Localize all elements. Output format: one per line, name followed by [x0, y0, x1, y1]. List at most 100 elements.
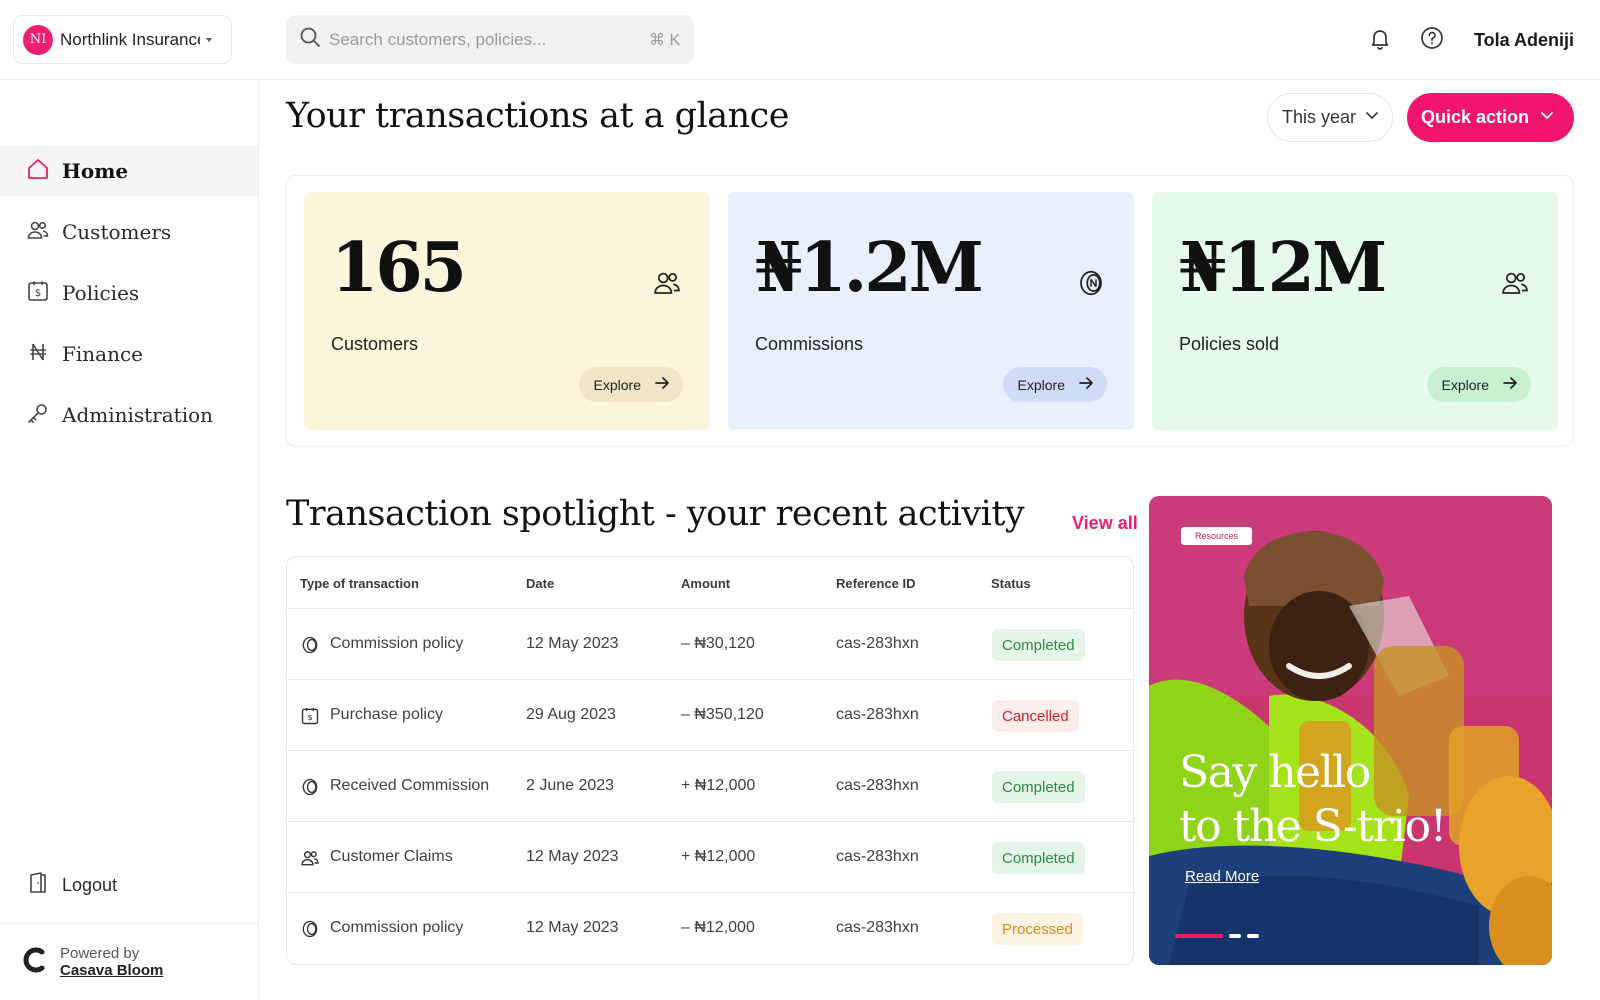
sidebar-item-policies[interactable]: $ Policies [0, 268, 258, 318]
transaction-type: Purchase policy [330, 706, 443, 723]
transaction-type: Commission policy [330, 919, 464, 936]
promo-card[interactable]: Resources Say hello to the S-trio! Read … [1149, 496, 1552, 965]
logout-label: Logout [62, 874, 118, 895]
top-bar: NI Northlink Insurance ⌘ K Tola Adeniji [0, 0, 1600, 80]
status-badge: Cancelled [992, 700, 1079, 732]
column-header: Date [526, 576, 555, 591]
sidebar-item-customers[interactable]: Customers [0, 207, 258, 257]
help-circle-icon [1420, 26, 1444, 55]
stat-label: Commissions [755, 334, 864, 354]
transaction-amount: – ₦30,120 [681, 635, 755, 652]
naira-icon [26, 340, 50, 369]
status-badge: Completed [992, 842, 1085, 874]
casava-logo-icon [22, 946, 48, 979]
transaction-amount: – ₦12,000 [681, 919, 755, 936]
users-icon [652, 268, 682, 303]
table-row[interactable]: Received Commission 2 June 2023 + ₦12,00… [287, 751, 1133, 822]
svg-text:$: $ [307, 712, 312, 722]
transaction-amount: + ₦12,000 [681, 848, 756, 865]
carousel-dot[interactable] [1175, 934, 1223, 938]
stat-label: Policies sold [1179, 334, 1280, 354]
svg-text:$: $ [35, 288, 41, 299]
promo-title-line: Say hello [1179, 747, 1371, 798]
transaction-date: 12 May 2023 [526, 919, 619, 936]
column-header: Type of transaction [300, 576, 419, 591]
notifications-button[interactable] [1360, 20, 1400, 60]
explore-label: Explore [1441, 376, 1489, 393]
stat-label: Customers [331, 334, 419, 354]
promo-title-line: to the S-trio! [1179, 801, 1447, 852]
powered-by-footer: Powered by Casava Bloom [0, 923, 258, 1000]
section-title: Transaction spotlight - your recent acti… [286, 494, 1025, 534]
arrow-right-icon [641, 374, 671, 395]
powered-by-link[interactable]: Casava Bloom [60, 962, 163, 979]
transaction-reference: cas-283hxn [836, 777, 919, 794]
key-icon [26, 401, 50, 430]
organization-avatar: NI [23, 24, 53, 55]
coin-icon [300, 777, 320, 802]
help-button[interactable] [1412, 20, 1452, 60]
sidebar-item-label: Finance [62, 342, 143, 366]
stat-card-policies-sold: ₦12M Policies sold Explore [1152, 192, 1558, 430]
bell-icon [1368, 26, 1392, 55]
chevron-down-icon [206, 37, 212, 42]
carousel-indicators [1175, 934, 1265, 938]
status-badge: Completed [992, 771, 1085, 803]
users-icon [26, 218, 50, 247]
promo-title: Say hello to the S-trio! [1179, 746, 1447, 854]
period-select[interactable]: This year [1267, 93, 1393, 142]
sidebar-item-label: Policies [62, 281, 140, 305]
top-right-actions: Tola Adeniji [1348, 20, 1574, 60]
transaction-reference: cas-283hxn [836, 919, 919, 936]
coin-icon [300, 635, 320, 660]
search-shortcut: ⌘ K [649, 31, 681, 49]
explore-button[interactable]: Explore [1002, 367, 1107, 402]
policy-document-icon: $ [26, 279, 50, 308]
period-label: This year [1282, 107, 1357, 127]
stat-card-customers: 165 Customers Explore [304, 192, 710, 430]
transaction-amount: – ₦350,120 [681, 706, 764, 723]
promo-tag: Resources [1181, 527, 1253, 545]
search-input[interactable] [329, 29, 645, 50]
transaction-date: 12 May 2023 [526, 848, 619, 865]
quick-action-button[interactable]: Quick action [1407, 93, 1574, 142]
explore-button[interactable]: Explore [578, 367, 683, 402]
user-menu[interactable]: Tola Adeniji [1474, 30, 1574, 51]
sidebar-item-administration[interactable]: Administration [0, 390, 258, 440]
table-row[interactable]: Commission policy 12 May 2023 – ₦30,120 … [287, 609, 1133, 680]
transaction-type: Received Commission [330, 777, 490, 794]
users-icon [1500, 268, 1530, 303]
arrow-right-icon [1065, 374, 1095, 395]
home-icon [26, 157, 50, 186]
view-all-link[interactable]: View all [1072, 513, 1138, 534]
search-bar[interactable]: ⌘ K [286, 15, 694, 64]
search-icon [299, 26, 321, 53]
transaction-date: 2 June 2023 [526, 777, 615, 794]
carousel-dot[interactable] [1229, 934, 1241, 938]
table-row[interactable]: Customer Claims 12 May 2023 + ₦12,000 ca… [287, 822, 1133, 893]
explore-label: Explore [1017, 376, 1065, 393]
read-more-link[interactable]: Read More [1185, 868, 1259, 885]
table-row[interactable]: $ Purchase policy 29 Aug 2023 – ₦350,120… [287, 680, 1133, 751]
transaction-date: 12 May 2023 [526, 635, 619, 652]
sidebar-item-home[interactable]: Home [0, 146, 258, 196]
table-row[interactable]: Commission policy 12 May 2023 – ₦12,000 … [287, 893, 1133, 964]
logout-button[interactable]: Logout [0, 860, 258, 910]
sidebar-item-finance[interactable]: Finance [0, 329, 258, 379]
logout-door-icon [26, 871, 50, 900]
organization-switcher[interactable]: NI Northlink Insurance [13, 15, 232, 64]
transaction-reference: cas-283hxn [836, 706, 919, 723]
transaction-type: Customer Claims [330, 848, 453, 865]
status-badge: Processed [992, 913, 1083, 945]
stat-value: ₦12M [1179, 228, 1387, 308]
column-header: Amount [681, 576, 731, 591]
powered-by-label: Powered by [60, 945, 140, 962]
stats-panel: 165 Customers Explore ₦1.2M Commissions … [286, 175, 1574, 447]
column-header: Reference ID [836, 576, 916, 591]
transaction-amount: + ₦12,000 [681, 777, 756, 794]
carousel-dot[interactable] [1247, 934, 1259, 938]
transactions-table: Type of transaction Date Amount Referenc… [286, 556, 1134, 965]
explore-button[interactable]: Explore [1426, 367, 1531, 402]
promo-illustration [1149, 496, 1552, 965]
transaction-reference: cas-283hxn [836, 848, 919, 865]
